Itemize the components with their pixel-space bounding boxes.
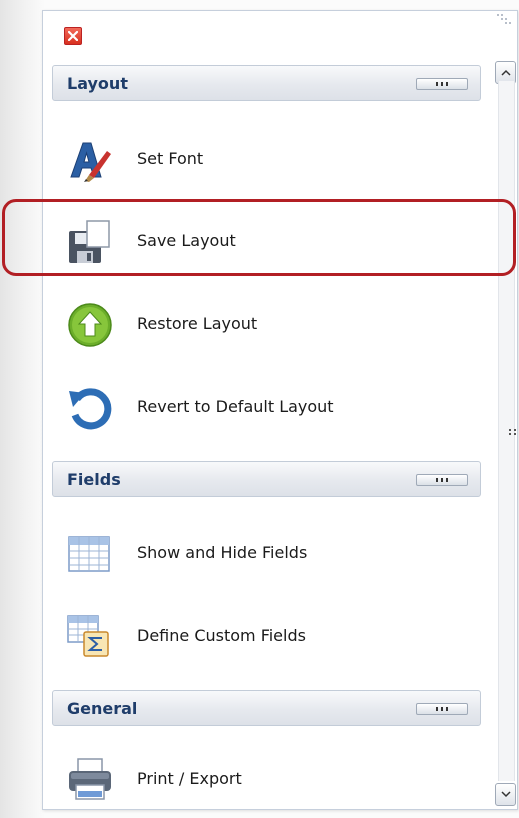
menu-item-label: Show and Hide Fields — [137, 543, 308, 562]
restore-icon — [68, 303, 112, 347]
group-options-button-layout[interactable] — [416, 78, 468, 90]
menu-item-label: Revert to Default Layout — [137, 397, 334, 416]
menu-item-revert-layout[interactable]: Revert to Default Layout — [67, 377, 477, 437]
group-header-general[interactable]: General — [52, 690, 481, 726]
chevron-down-icon — [501, 791, 511, 798]
menu-item-label: Define Custom Fields — [137, 626, 306, 645]
close-button[interactable] — [64, 27, 82, 45]
chevron-up-icon — [501, 69, 511, 76]
group-options-button-general[interactable] — [416, 703, 468, 715]
more-icon — [436, 707, 448, 711]
menu-item-custom-fields[interactable]: Define Custom Fields — [67, 606, 477, 666]
menu-item-label: Restore Layout — [137, 314, 258, 333]
splitter-grip-icon[interactable] — [509, 429, 517, 439]
group-header-fields[interactable]: Fields — [52, 461, 481, 497]
revert-icon — [69, 388, 112, 430]
menu-item-print-export[interactable]: Print / Export — [67, 749, 477, 809]
menu-item-label: Print / Export — [137, 769, 242, 788]
more-icon — [436, 478, 448, 482]
group-title-layout: Layout — [67, 74, 128, 93]
more-icon — [436, 82, 448, 86]
menu-item-label: Set Font — [137, 149, 204, 168]
menu-item-set-font[interactable]: Set Font — [67, 129, 477, 189]
custom-field-icon — [67, 615, 109, 657]
save-layout-highlight — [2, 199, 516, 276]
group-header-layout[interactable]: Layout — [52, 65, 481, 101]
printer-icon — [69, 758, 111, 800]
group-title-general: General — [67, 699, 138, 718]
scroll-down-button[interactable] — [495, 783, 516, 806]
close-icon — [68, 31, 78, 41]
group-options-button-fields[interactable] — [416, 474, 468, 486]
menu-item-show-hide-fields[interactable]: Show and Hide Fields — [67, 523, 477, 583]
group-title-fields: Fields — [67, 470, 121, 489]
resize-grip-icon[interactable] — [497, 14, 511, 26]
menu-item-restore-layout[interactable]: Restore Layout — [67, 294, 477, 354]
side-panel: Layout Set Font Save Layout Restore Layo… — [42, 10, 518, 810]
font-icon — [70, 142, 111, 182]
table-icon — [68, 536, 110, 572]
